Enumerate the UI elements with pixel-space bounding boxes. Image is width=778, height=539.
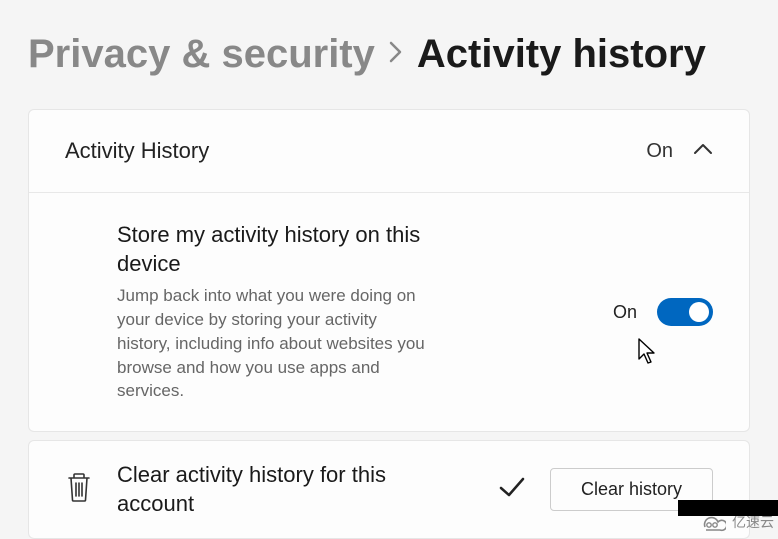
setting-description: Jump back into what you were doing on yo… (117, 284, 427, 403)
store-activity-toggle[interactable] (657, 298, 713, 326)
card-header-title: Activity History (65, 138, 646, 164)
card-header[interactable]: Activity History On (29, 110, 749, 193)
chevron-up-icon[interactable] (693, 142, 713, 161)
card-header-state: On (646, 140, 673, 163)
setting-title: Store my activity history on this device (117, 221, 427, 278)
card-body: Store my activity history on this device… (29, 193, 749, 431)
toggle-state-label: On (613, 302, 637, 323)
watermark: 亿速云 (698, 512, 774, 532)
breadcrumb: Privacy & security Activity history (28, 32, 750, 77)
trash-icon (65, 471, 93, 508)
breadcrumb-current: Activity history (417, 32, 706, 77)
toggle-knob (689, 302, 709, 322)
breadcrumb-parent[interactable]: Privacy & security (28, 32, 375, 77)
clear-history-title: Clear activity history for this account (117, 461, 397, 518)
clear-history-card: Clear activity history for this account … (28, 440, 750, 539)
activity-history-card: Activity History On Store my activity hi… (28, 109, 750, 432)
chevron-right-icon (389, 41, 403, 68)
checkmark-icon (498, 476, 526, 503)
